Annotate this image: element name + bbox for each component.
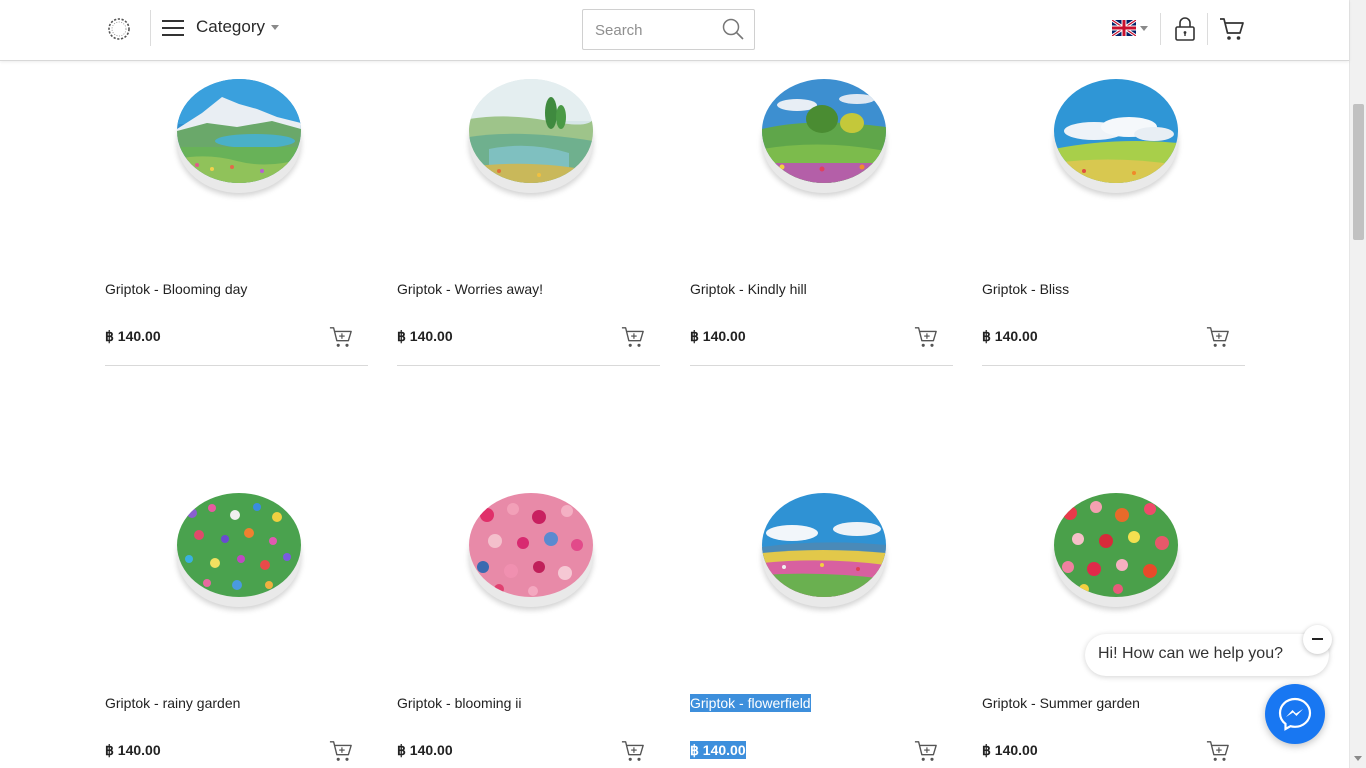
green-hill-painting-image [762,79,886,183]
product-price: ฿ 140.00 [105,328,161,344]
scroll-down-arrow-icon[interactable] [1354,756,1362,761]
pink-flowers-painting-image [469,493,593,597]
add-to-cart-icon[interactable] [329,739,353,763]
header-divider [150,10,151,46]
product-image[interactable] [1052,493,1179,607]
hamburger-menu-icon[interactable] [162,19,184,37]
product-price-text: ฿ 140.00 [690,741,746,759]
product-image[interactable] [760,493,887,607]
vertical-scrollbar[interactable] [1349,0,1366,768]
product-card: Griptok - Kindly hill ฿ 140.00 [690,61,953,366]
product-price: ฿ 140.00 [105,742,161,758]
search-input[interactable] [595,19,715,41]
chevron-down-icon [270,24,279,30]
add-to-cart-icon[interactable] [914,739,938,763]
product-image[interactable] [467,493,594,607]
uk-flag-icon[interactable] [1112,20,1136,36]
product-name-text: Griptok - flowerfield [690,694,811,712]
chat-greeting-text: Hi! How can we help you? [1098,645,1283,662]
product-price: ฿ 140.00 [397,742,453,758]
chat-minimize-button[interactable] [1303,625,1332,654]
site-logo[interactable] [106,16,132,42]
add-to-cart-icon[interactable] [329,325,353,349]
site-header: Category [0,0,1349,61]
product-name[interactable]: Griptok - flowerfield [690,694,811,712]
search-box [582,9,755,50]
product-card: Griptok - flowerfield ฿ 140.00 [690,475,953,768]
product-card: Griptok - blooming ii ฿ 140.00 [397,475,660,768]
product-name[interactable]: Griptok - Blooming day [105,281,247,297]
product-name[interactable]: Griptok - Summer garden [982,695,1140,711]
messenger-chat-button[interactable] [1265,684,1325,744]
product-image[interactable] [175,79,302,193]
scrollbar-thumb[interactable] [1353,104,1364,240]
product-image[interactable] [760,79,887,193]
product-name[interactable]: Griptok - Kindly hill [690,281,807,297]
add-to-cart-icon[interactable] [621,325,645,349]
product-image[interactable] [467,79,594,193]
messenger-icon [1278,697,1312,731]
product-price: ฿ 140.00 [690,741,746,759]
product-image[interactable] [175,493,302,607]
product-price: ฿ 140.00 [397,328,453,344]
product-image[interactable] [1052,79,1179,193]
product-card: Griptok - Summer garden ฿ 140.00 [982,475,1245,768]
category-label: Category [196,17,265,36]
product-card: Griptok - Blooming day ฿ 140.00 [105,61,368,366]
red-flowers-painting-image [1054,493,1178,597]
header-divider [1160,13,1161,45]
add-to-cart-icon[interactable] [1206,739,1230,763]
product-name[interactable]: Griptok - Worries away! [397,281,543,297]
add-to-cart-icon[interactable] [621,739,645,763]
chat-greeting-bubble[interactable]: Hi! How can we help you? [1085,634,1329,676]
product-price: ฿ 140.00 [982,328,1038,344]
product-name[interactable]: Griptok - Bliss [982,281,1069,297]
colorful-garden-painting-image [177,493,301,597]
product-price: ฿ 140.00 [690,328,746,344]
meadow-trees-painting-image [469,79,593,183]
product-card: Griptok - rainy garden ฿ 140.00 [105,475,368,768]
product-price: ฿ 140.00 [982,742,1038,758]
flower-field-sky-painting-image [762,493,886,597]
product-card: Griptok - Worries away! ฿ 140.00 [397,61,660,366]
add-to-cart-icon[interactable] [1206,325,1230,349]
product-card: Griptok - Bliss ฿ 140.00 [982,61,1245,366]
header-divider [1207,13,1208,45]
search-icon[interactable] [722,18,744,40]
cart-icon[interactable] [1219,16,1245,42]
product-name[interactable]: Griptok - rainy garden [105,695,240,711]
sky-clouds-field-painting-image [1054,79,1178,183]
mountain-lake-painting-image [177,79,301,183]
lock-icon[interactable] [1174,16,1196,42]
product-name[interactable]: Griptok - blooming ii [397,695,522,711]
category-dropdown[interactable]: Category [196,17,279,37]
add-to-cart-icon[interactable] [914,325,938,349]
language-chevron-down-icon[interactable] [1140,26,1148,31]
